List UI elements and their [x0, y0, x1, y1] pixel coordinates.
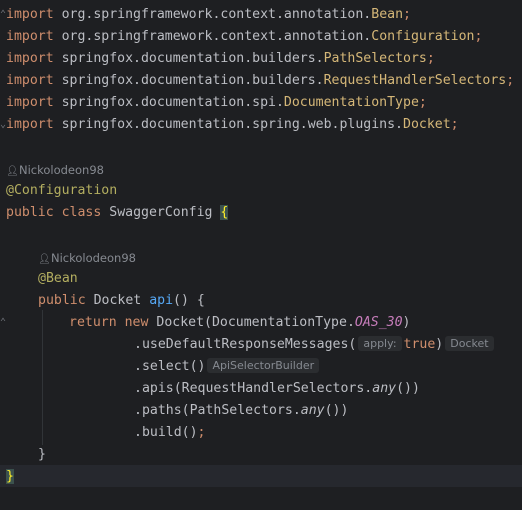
method-call: paths	[141, 403, 182, 418]
semicolon: ;	[403, 7, 411, 22]
selector-class: PathSelectors	[189, 403, 293, 418]
code-line-class-annotation[interactable]: @Configuration	[0, 180, 522, 202]
close-brace: }	[38, 447, 46, 462]
code-line-chain-2[interactable]: .select() ApiSelectorBuilder	[0, 356, 522, 378]
code-line-method-declaration[interactable]: ⌃ public Docket api() {	[0, 290, 522, 328]
import-class-name: Docket	[403, 117, 451, 132]
semicolon: ;	[426, 51, 435, 66]
keyword-import: import	[6, 73, 54, 88]
semicolon: ;	[418, 95, 427, 110]
keyword-import: import	[6, 95, 54, 110]
doc-type-class: DocumentationType	[211, 315, 347, 330]
type-hint: Docket	[445, 336, 494, 351]
method-annotation: @Bean	[38, 271, 78, 286]
doc-type-const: OAS_30	[354, 315, 403, 330]
import-package: org.springframework.context.annotation.	[61, 29, 372, 44]
code-line-chain-4[interactable]: .paths(PathSelectors.any())	[0, 400, 522, 422]
static-method: any	[372, 381, 397, 396]
keyword-import: import	[6, 51, 54, 66]
semicolon: ;	[506, 73, 515, 88]
code-line-import[interactable]: ⌄ import springfox.documentation.spring.w…	[0, 114, 522, 136]
semicolon: ;	[197, 425, 206, 440]
method-name: api	[149, 293, 174, 308]
import-package: org.springframework.context.annotation.	[61, 7, 372, 22]
type-hint: ApiSelectorBuilder	[207, 358, 320, 373]
author-name: Nickolodeon98	[19, 163, 104, 177]
user-icon: 👤︎	[6, 166, 19, 177]
import-class-name: Bean	[371, 7, 404, 22]
code-line-import[interactable]: import springfox.documentation.builders.…	[0, 70, 522, 92]
keyword-import: import	[6, 117, 54, 132]
method-call: select	[141, 359, 190, 374]
close-brace-highlighted: }	[6, 469, 14, 484]
import-package: springfox.documentation.builders.	[61, 73, 324, 88]
code-vision-author-method[interactable]: 👤︎Nickolodeon98	[38, 248, 136, 268]
class-name: SwaggerConfig	[109, 205, 213, 220]
parameter-hint: apply:	[358, 336, 402, 351]
keyword-import: import	[6, 7, 54, 22]
code-line-import[interactable]: import springfox.documentation.spi.Docum…	[0, 92, 522, 114]
import-class-name: Configuration	[371, 29, 475, 44]
author-name: Nickolodeon98	[51, 251, 136, 265]
import-package: springfox.documentation.builders.	[61, 51, 324, 66]
keyword-return: return	[69, 315, 117, 330]
code-line-import[interactable]: import org.springframework.context.annot…	[0, 26, 522, 48]
keyword-public: public	[38, 293, 86, 308]
keyword-true: true	[403, 337, 436, 352]
code-line-chain-5[interactable]: .build();	[0, 422, 522, 444]
method-call: apis	[141, 381, 174, 396]
open-brace: {	[220, 205, 229, 220]
code-line-method-annotation[interactable]: @Bean	[0, 268, 522, 290]
return-type: Docket	[93, 293, 142, 308]
class-annotation: @Configuration	[6, 183, 118, 198]
user-icon: 👤︎	[38, 254, 51, 265]
method-call: build	[141, 425, 182, 440]
method-call: useDefaultResponseMessages	[141, 337, 349, 352]
import-class-name: PathSelectors	[323, 51, 427, 66]
code-line-chain-3[interactable]: .apis(RequestHandlerSelectors.any())	[0, 378, 522, 400]
import-package: springfox.documentation.spring.web.plugi…	[61, 117, 403, 132]
keyword-import: import	[6, 29, 54, 44]
selector-class: RequestHandlerSelectors	[181, 381, 365, 396]
keyword-class: class	[61, 205, 102, 220]
semicolon: ;	[474, 29, 483, 44]
static-method: any	[300, 403, 325, 418]
keyword-new: new	[124, 315, 149, 330]
code-line-class-declaration[interactable]: public class SwaggerConfig {	[0, 202, 522, 224]
ctor-class: Docket	[156, 315, 205, 330]
code-vision-author[interactable]: 👤︎Nickolodeon98	[6, 160, 104, 180]
import-class-name: RequestHandlerSelectors	[323, 73, 507, 88]
code-line-class-close[interactable]: }	[0, 466, 522, 488]
code-line-chain-1[interactable]: .useDefaultResponseMessages(apply: true) D…	[0, 334, 522, 356]
code-line-method-close[interactable]: }	[0, 444, 522, 466]
code-line-return[interactable]: return new Docket(DocumentationType.OAS_…	[0, 312, 522, 334]
import-package: springfox.documentation.spi.	[61, 95, 284, 110]
code-line-import[interactable]: import springfox.documentation.builders.…	[0, 48, 522, 70]
semicolon: ;	[450, 117, 459, 132]
code-line-import[interactable]: ⌃ import org.springframework.context.anno…	[0, 4, 522, 26]
keyword-public: public	[6, 205, 54, 220]
import-class-name: DocumentationType	[283, 95, 419, 110]
